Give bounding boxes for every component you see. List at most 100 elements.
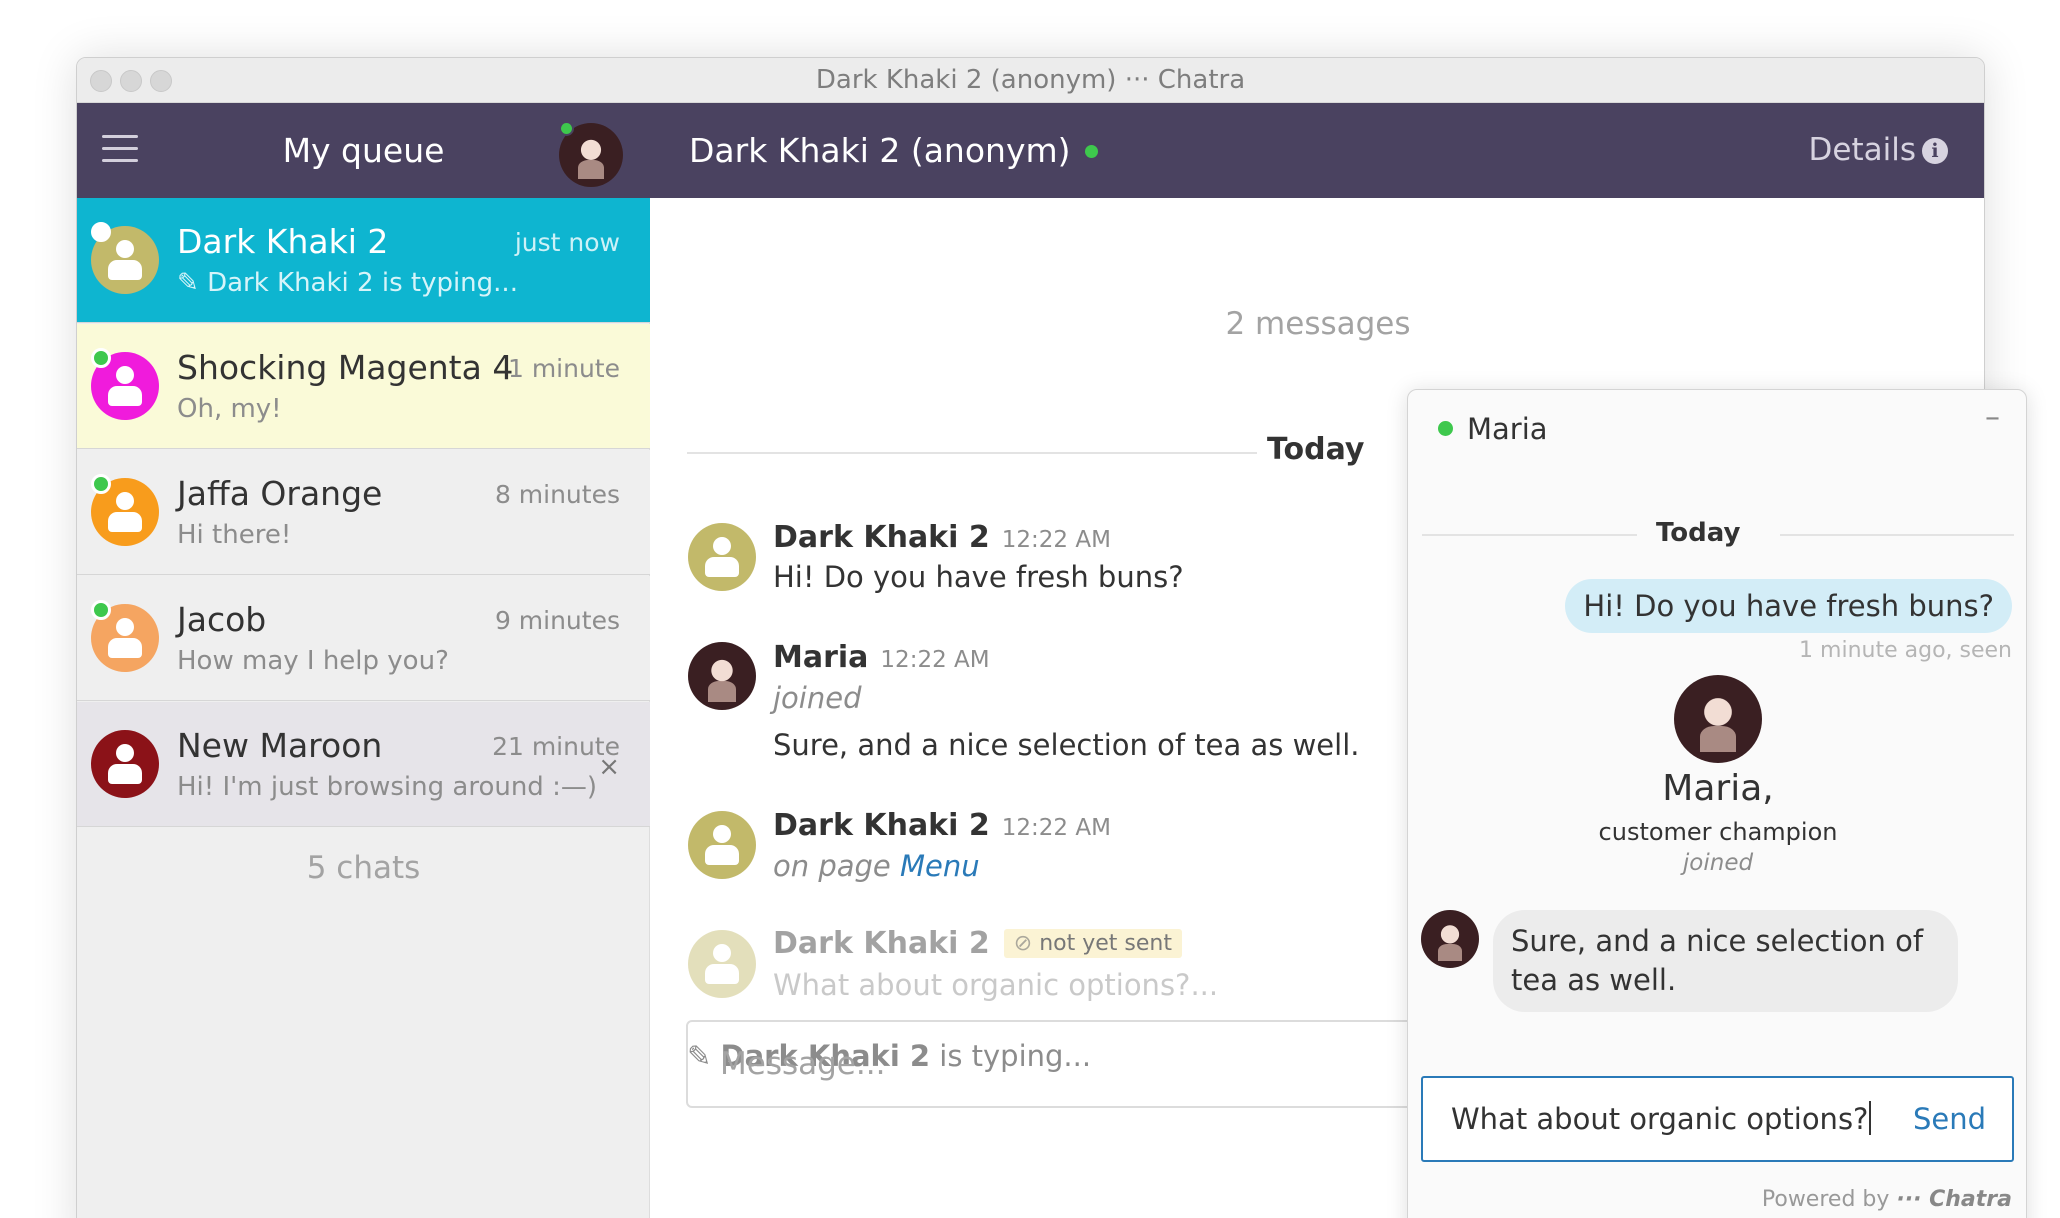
person-icon bbox=[713, 537, 731, 555]
chat-item-time: 9 minutes bbox=[494, 606, 620, 635]
person-icon-body bbox=[705, 557, 739, 577]
minimize-button[interactable]: – bbox=[1985, 400, 2000, 435]
author-name: Dark Khaki 2 bbox=[773, 808, 990, 843]
online-status-dot bbox=[91, 222, 111, 242]
author-name: Dark Khaki 2 bbox=[773, 926, 990, 961]
message-text: What about organic options?... bbox=[773, 968, 1219, 1002]
visitor-avatar bbox=[91, 730, 159, 798]
info-icon: i bbox=[1922, 138, 1948, 164]
messages-count: 2 messages bbox=[1225, 306, 1411, 342]
divider bbox=[1422, 534, 1637, 536]
chats-count: 5 chats bbox=[306, 850, 421, 886]
join-status: joined bbox=[773, 681, 862, 715]
chat-list-item[interactable]: Shocking Magenta 41 minute Oh, my! bbox=[77, 324, 650, 449]
chat-list-item[interactable]: New Maroon 21 minute Hi! I'm just browsing… bbox=[77, 702, 650, 827]
visitor-avatar bbox=[688, 930, 756, 998]
message-text: Hi! Do you have fresh buns? bbox=[773, 560, 1184, 594]
brand-logo: ··· Chatra bbox=[1896, 1187, 2012, 1212]
widget-agent-name: Maria bbox=[1467, 412, 1548, 446]
chat-item-name: Shocking Magenta 4 bbox=[177, 348, 514, 387]
page-visit: on page Menu bbox=[773, 849, 980, 883]
chat-item-time: 8 minutes bbox=[494, 480, 620, 509]
chat-item-preview: ✎ Dark Khaki 2 is typing... bbox=[177, 268, 518, 298]
chat-item-name: Jaffa Orange bbox=[177, 474, 383, 513]
page-visit-prefix: on page bbox=[773, 849, 891, 883]
person-icon-body bbox=[108, 386, 142, 406]
outgoing-message: Hi! Do you have fresh buns? bbox=[1565, 579, 2012, 633]
chat-title-text: Dark Khaki 2 (anonym) bbox=[689, 131, 1071, 170]
window-title: Dark Khaki 2 (anonym) ··· Chatra bbox=[815, 65, 1246, 95]
online-status-dot bbox=[91, 600, 111, 620]
chat-list-item[interactable]: Jacob 9 minutes How may I help you? bbox=[77, 576, 650, 701]
chat-widget: Maria – Today Hi! Do you have fresh buns… bbox=[1407, 389, 2027, 1218]
title-bar: Dark Khaki 2 (anonym) ··· Chatra bbox=[77, 58, 1984, 103]
message-author: Dark Khaki 2 12:22 AM bbox=[773, 520, 1111, 555]
author-name: Dark Khaki 2 bbox=[773, 520, 990, 555]
powered-by-label: Powered by bbox=[1761, 1187, 1890, 1212]
join-status: joined bbox=[1682, 850, 1754, 876]
chat-item-name: Dark Khaki 2 bbox=[177, 222, 389, 261]
widget-agent: Maria bbox=[1438, 412, 1548, 446]
date-separator: Today bbox=[1267, 432, 1365, 467]
eye-slash-icon: ⊘ bbox=[1013, 931, 1033, 956]
details-label: Details bbox=[1808, 132, 1916, 168]
chat-list-sidebar: 5 chats Dark Khaki 2 just now ✎ Dark Khaki… bbox=[77, 198, 650, 1218]
online-status-dot bbox=[1438, 421, 1453, 436]
details-button[interactable]: Details i bbox=[1809, 103, 1948, 198]
app-header: My queue Dark Khaki 2 (anonym) Details i bbox=[77, 103, 1984, 198]
agent-name: Maria, bbox=[1662, 768, 1774, 809]
chat-item-preview: Oh, my! bbox=[177, 394, 282, 424]
message-author: Dark Khaki 2 ⊘ not yet sent bbox=[773, 926, 1182, 961]
person-icon bbox=[116, 744, 134, 762]
message-author: Dark Khaki 2 12:22 AM bbox=[773, 808, 1111, 843]
chat-item-name: Jacob bbox=[177, 600, 267, 639]
person-icon-body bbox=[108, 260, 142, 280]
visitor-avatar bbox=[688, 523, 756, 591]
person-icon-body bbox=[108, 764, 142, 784]
person-icon bbox=[713, 944, 731, 962]
message-author: Maria 12:22 AM bbox=[773, 640, 990, 675]
agent-avatar bbox=[1421, 910, 1479, 968]
person-icon bbox=[116, 366, 134, 384]
not-sent-label: not yet sent bbox=[1039, 931, 1172, 956]
not-sent-badge: ⊘ not yet sent bbox=[1003, 929, 1182, 958]
chat-item-preview: Hi! I'm just browsing around :—) bbox=[177, 772, 597, 802]
chat-item-preview: Hi there! bbox=[177, 520, 292, 550]
online-status-dot bbox=[91, 348, 111, 368]
message-text: Sure, and a nice selection of tea as wel… bbox=[773, 728, 1360, 762]
chat-item-name: New Maroon bbox=[177, 726, 383, 765]
send-button[interactable]: Send bbox=[1913, 1078, 1986, 1160]
person-icon-body bbox=[108, 512, 142, 532]
person-icon bbox=[116, 240, 134, 258]
message-time: 12:22 AM bbox=[1001, 815, 1111, 841]
page-link[interactable]: Menu bbox=[900, 849, 980, 883]
author-name: Maria bbox=[773, 640, 869, 675]
seen-status: 1 minute ago, seen bbox=[1799, 638, 2012, 663]
widget-input-value: What about organic options? bbox=[1451, 1078, 1872, 1160]
message-time: 12:22 AM bbox=[880, 647, 990, 673]
person-icon bbox=[713, 825, 731, 843]
incoming-message: Sure, and a nice selection of tea as wel… bbox=[1493, 910, 1958, 1012]
widget-message-input[interactable]: What about organic options? Send bbox=[1421, 1076, 2014, 1162]
chat-item-time: 1 minute bbox=[507, 354, 620, 383]
online-status-dot bbox=[559, 121, 574, 136]
powered-by: Powered by ··· Chatra bbox=[1762, 1187, 2012, 1212]
online-status-dot bbox=[1085, 145, 1098, 158]
agent-avatar bbox=[1674, 675, 1762, 763]
online-status-dot bbox=[91, 474, 111, 494]
person-icon bbox=[116, 492, 134, 510]
person-icon-body bbox=[108, 638, 142, 658]
agent-role: customer champion bbox=[1598, 818, 1838, 846]
person-icon-body bbox=[705, 964, 739, 984]
chat-list-item[interactable]: Jaffa Orange 8 minutes Hi there! bbox=[77, 450, 650, 575]
date-separator: Today bbox=[1656, 518, 1741, 548]
person-icon bbox=[116, 618, 134, 636]
agent-avatar bbox=[688, 642, 756, 710]
close-icon[interactable]: × bbox=[598, 752, 620, 782]
divider bbox=[687, 452, 1257, 454]
person-icon-body bbox=[705, 845, 739, 865]
visitor-avatar bbox=[688, 811, 756, 879]
divider bbox=[1780, 534, 2014, 536]
chat-item-preview: How may I help you? bbox=[177, 646, 449, 676]
chat-list-item[interactable]: Dark Khaki 2 just now ✎ Dark Khaki 2 is ty… bbox=[77, 198, 650, 323]
